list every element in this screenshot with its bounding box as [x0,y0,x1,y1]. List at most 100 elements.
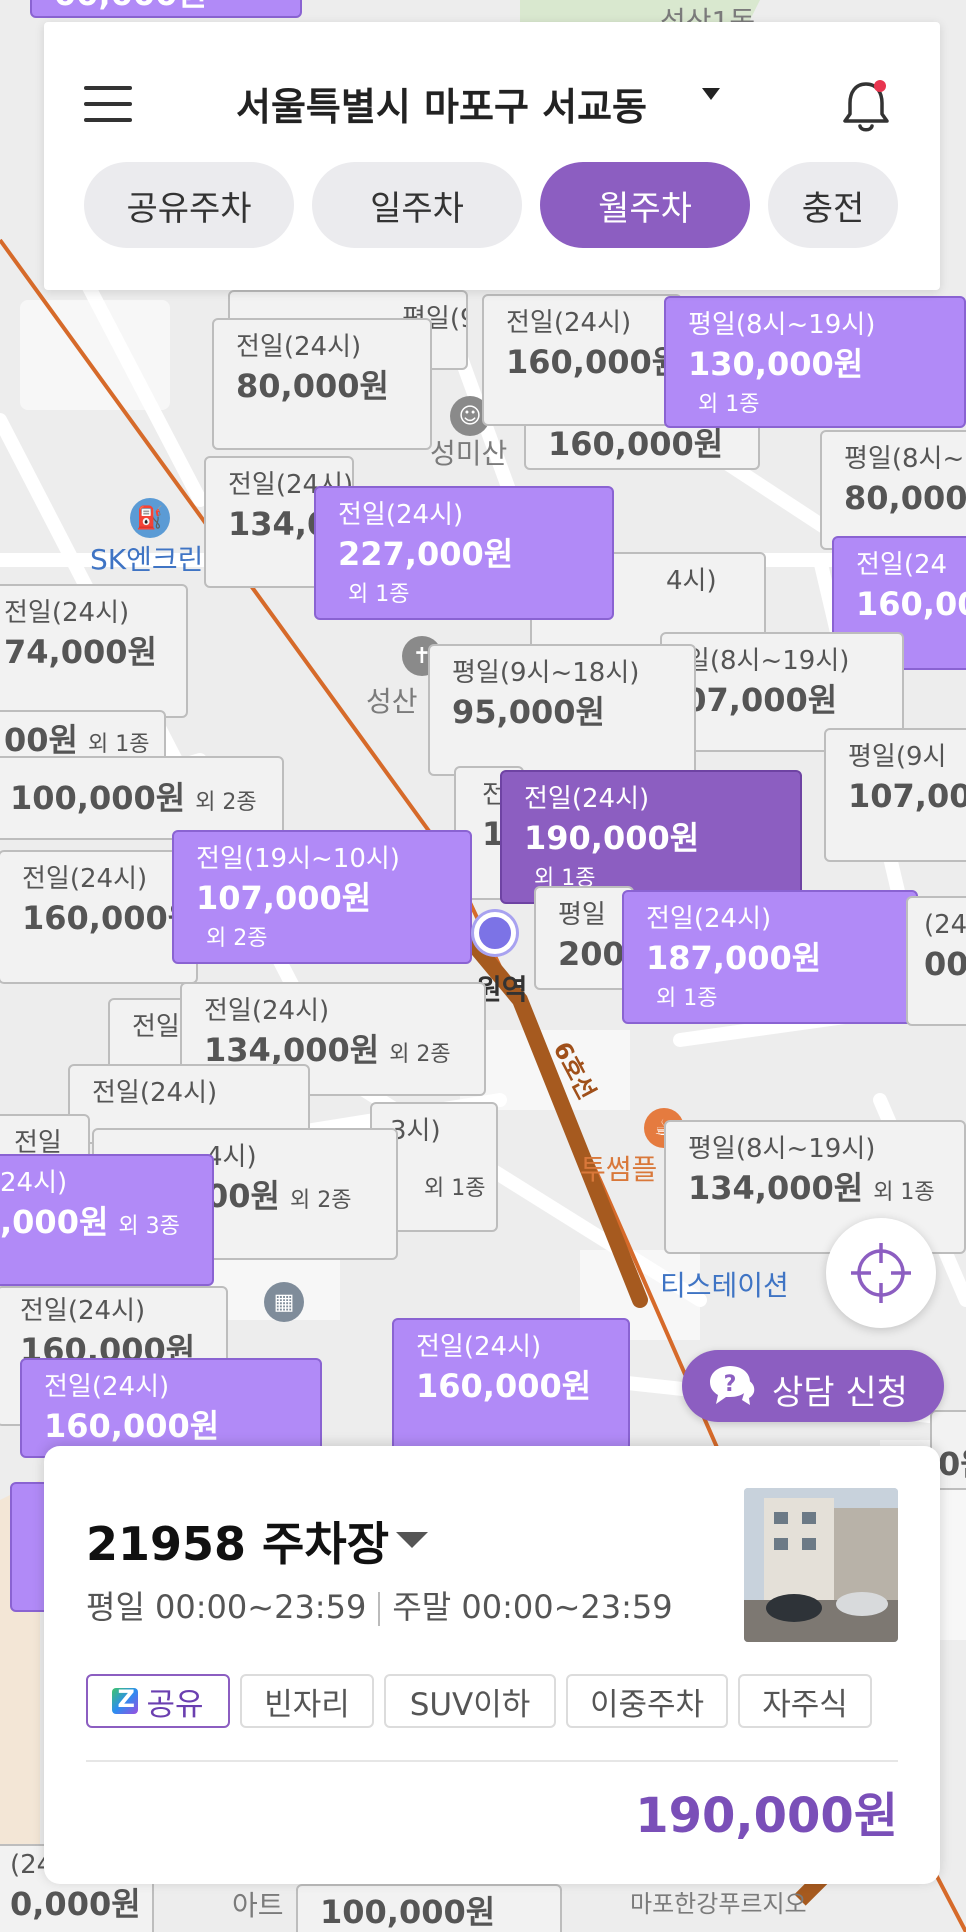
parking-marker[interactable]: 평일(8시~19시) 130,000원 외 1종 [664,296,966,428]
marker-time: 전일(24시) [506,308,632,338]
tab-charging[interactable]: 충전 [768,162,898,248]
parking-marker[interactable]: 전일(19시~10시) 107,000원외 2종 [172,830,472,964]
marker-price: 227,000원 [338,535,514,573]
marker-price: 187,000원 [646,939,822,977]
tab-monthly-parking[interactable]: 월주차 [540,162,750,248]
divider [378,1592,381,1626]
tag-double-parking: 이중주차 [566,1674,728,1728]
parking-marker[interactable]: 전일(24시) 227,000원외 1종 [314,486,614,620]
parking-marker[interactable]: 100,000원 [296,1884,562,1932]
svg-text:?: ? [724,1372,737,1397]
marker-price: 107,00 [848,777,966,815]
parking-marker-selected[interactable]: 전일(24시) 190,000원 외 1종 [500,770,802,904]
marker-price: 160,000원 [506,343,682,381]
current-location-dot [474,912,516,954]
crosshair-icon [851,1243,911,1303]
place-label: 아트 [232,1889,284,1922]
place-label: 티스테이션 [660,1269,789,1302]
marker-price: 190,000원 [524,819,700,857]
chat-question-icon: ? [710,1366,755,1405]
parking-lot-card[interactable]: 21958 주차장 평일 00:00~23:59 주말 00:00~23:59 공… [44,1446,940,1884]
marker-price: 95,000원 [452,693,605,731]
marker-price: 130,000원 [688,345,864,383]
weekend-hours: 주말 00:00~23:59 [392,1588,673,1626]
marker-price: 0원 [938,1445,966,1483]
marker-time: 전일(24 [856,550,948,580]
tab-shared-parking[interactable]: 공유주차 [84,162,294,248]
marker-time: 24시) [0,1168,68,1198]
parking-marker[interactable]: 전일(24시) 187,000원 외 1종 [622,890,918,1024]
parking-marker[interactable]: 전일(24시) 74,000원 [0,584,188,718]
marker-price: 100,000원 [10,779,186,817]
parking-marker[interactable]: 평일 200 [534,886,634,990]
marker-price: 160,000원 [22,899,198,937]
marker-price: 80,000 [844,479,966,517]
marker-time: 전일(24시) [524,784,650,814]
marker-extra: 외 2종 [389,1042,451,1067]
place-label: SK엔크린 [90,543,204,576]
marker-extra: 외 1종 [424,1176,486,1201]
tab-daily-parking[interactable]: 일주차 [312,162,522,248]
divider [86,1760,898,1762]
place-label: 성미산 [430,437,508,470]
location-selector[interactable]: 서울특별시 마포구 서교동 [236,76,647,131]
monthly-price: 190,000원 [635,1788,898,1844]
chevron-down-icon[interactable] [396,1532,428,1548]
parking-marker[interactable]: 전일(24시) 160,000원 [482,294,682,426]
place-label: 마포한강푸르지오 [630,1890,807,1918]
marker-price: 107,000원 [196,879,372,917]
building-icon: ▦ [264,1282,304,1322]
marker-time: 전일(24시) [204,996,330,1026]
marker-time: 전일(24시) [416,1332,542,1362]
parking-lot-photo[interactable] [744,1488,898,1642]
marker-extra: 외 1종 [698,392,760,417]
parking-marker[interactable]: 전일(24시) 160,000원 [20,1358,322,1458]
marker-time: 평일 [558,900,606,930]
marker-time: 전일(24시) [20,1296,146,1326]
marker-time: 전일(19시~10시) [196,844,400,874]
parking-marker[interactable]: 전일(24시) 160,000원 [0,850,198,984]
parking-marker[interactable]: 100,000원 외 2종 [0,756,284,840]
tag-shared: 공유 [86,1674,230,1728]
parking-marker[interactable]: 00,000원 [30,0,302,18]
parking-marker[interactable]: (24 00 [906,896,966,1026]
parking-marker[interactable]: 전일(24시) 80,000원 [212,318,432,450]
tag-self-park: 자주식 [738,1674,872,1728]
marker-price: 160,000원 [44,1407,220,1445]
marker-time: 전일(24시) [338,500,464,530]
chevron-down-icon[interactable] [702,88,720,100]
marker-price: 160,000원 [416,1367,592,1405]
marker-time: (24 [924,910,966,940]
consultation-request-button[interactable]: ? 상담 신청 [682,1350,944,1422]
marker-price: 134,000원 [688,1169,864,1207]
bell-icon[interactable] [838,76,894,136]
marker-extra: 외 1종 [656,986,718,1011]
marker-price: 100,000원 [320,1893,496,1931]
parking-marker[interactable]: 평일(9시 107,00 [824,728,966,862]
parking-marker[interactable]: 24시) ,000원 외 3종 [0,1154,214,1286]
parking-marker[interactable]: 평일(9시~18시) 95,000원 [428,644,696,776]
gas-station-icon: ⛽ [130,498,170,538]
my-location-button[interactable] [826,1218,936,1328]
weekday-hours: 평일 00:00~23:59 [86,1588,367,1626]
marker-time: 3시) [390,1116,441,1146]
marker-price: 200 [558,935,625,973]
hamburger-menu-icon[interactable] [84,84,134,124]
marker-time: 평일(8시~ [844,444,965,474]
consultation-label: 상담 신청 [772,1373,908,1413]
marker-extra: 외 1종 [348,582,410,607]
marker-extra: 외 1종 [873,1180,935,1205]
marker-time: 전일(24시) [92,1078,218,1108]
marker-price: 160,00 [856,585,966,623]
tag-suv: SUV이하 [384,1674,556,1728]
marker-extra: 외 2종 [206,926,268,951]
marker-price: 1 [482,815,505,853]
marker-time: 평일(9시~18시) [452,658,640,688]
marker-price: 00원 [4,721,78,759]
marker-extra: 외 2종 [289,1188,352,1213]
parking-marker[interactable]: 평일(8시~ 80,000 [820,430,966,550]
parking-marker[interactable]: 전일(24시) 160,000원 [392,1318,630,1452]
place-label: 투썸플 [580,1153,658,1186]
place-label: 성산 [366,685,418,718]
marker-time: 전일 [132,1012,180,1042]
